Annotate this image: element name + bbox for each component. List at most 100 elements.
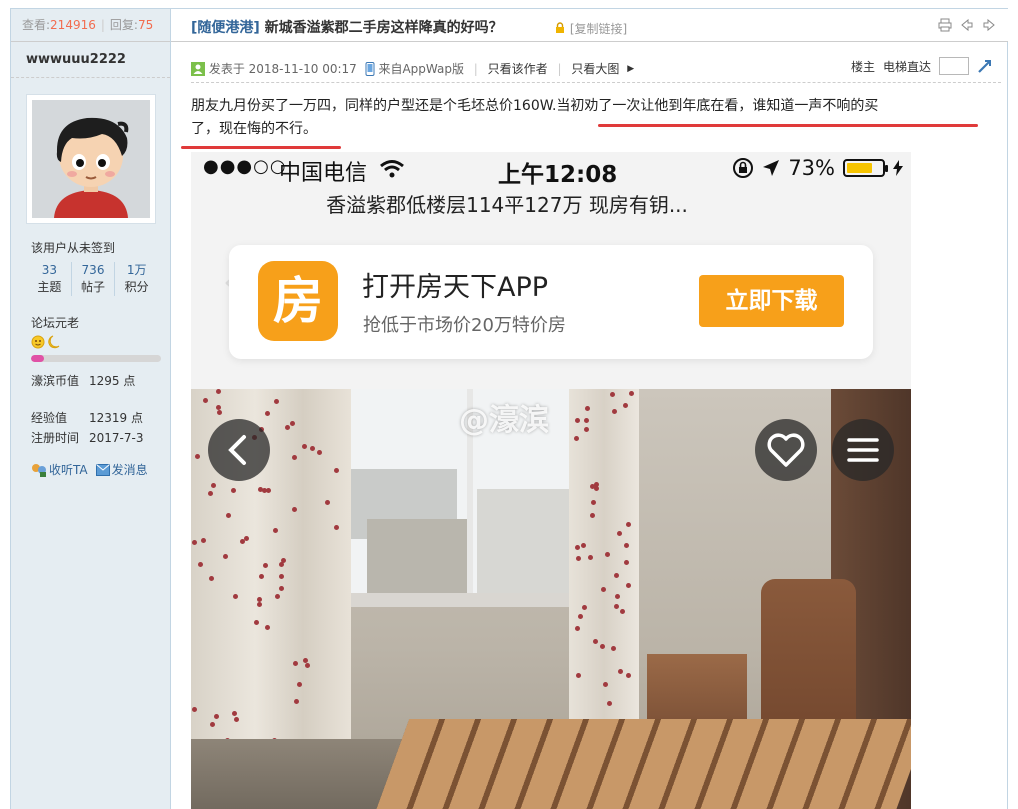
only-big-image-link[interactable]: 只看大图 [571,62,619,76]
user-stats: 33 主题 736 帖子 1万 积分 [28,262,158,296]
floor-label: 楼主 [850,59,875,74]
download-button[interactable]: 立即下载 [699,275,844,327]
listing-title: 香溢紫郡低楼层114平127万 现房有钥... [326,193,688,217]
photo-favorite-button[interactable] [755,419,817,481]
user-group[interactable]: 论坛元老 [31,314,79,331]
post-time: 发表于 2018-11-10 00:17 [208,62,357,76]
stat-points[interactable]: 1万 积分 [115,262,158,296]
photo-menu-button[interactable] [832,419,894,481]
meta-divider [191,82,1001,83]
replies-count: 75 [137,18,154,32]
follow-icon [32,463,46,477]
exp-value: 12319 点 [89,411,143,425]
post-meta: 发表于 2018-11-10 00:17 来自AppWap版 | 只看该作者 |… [191,57,1001,77]
level-progress-fill [31,355,44,362]
level-icons [31,334,71,350]
battery-percent: 73% [788,156,835,180]
online-user-icon [191,61,205,76]
phone-status-right: 73% [732,156,903,180]
coins-row: 濠滨币值 1295 点 [31,373,135,389]
next-thread-icon[interactable] [982,18,996,32]
location-arrow-icon [763,160,780,176]
copy-link-label: [复制链接] [569,22,628,36]
red-underline [598,124,978,127]
message-label: 发消息 [111,463,148,477]
exp-label: 经验值 [31,411,68,425]
watermark: @濠滨 [459,403,549,438]
post-source[interactable]: 来自AppWap版 [378,62,464,76]
wifi-icon [380,160,404,178]
reg-value: 2017-7-3 [89,431,144,445]
attached-image[interactable]: ●●●○○ 中国电信 上午12:08 73% 香溢紫郡低楼层114平127万 现… [191,152,911,809]
print-icon[interactable] [938,18,952,32]
room-photo: @濠滨 [191,389,911,809]
author-name[interactable]: wwwuuu2222 [11,42,170,78]
stat-threads[interactable]: 33 主题 [28,262,72,296]
stat-label: 帖子 [81,280,106,294]
stat-value: 33 [41,263,57,277]
triangle-right-icon: ▶ [627,63,635,74]
avatar[interactable] [26,94,156,224]
user-actions: 收听TA 发消息 [31,461,148,478]
heart-icon [767,433,805,467]
curtain-right [569,389,639,719]
app-subtitle: 抢低于市场价20万特价房 [363,315,566,336]
coins-label: 濠滨币值 [31,374,80,388]
photo-back-button[interactable] [208,419,270,481]
post-main: [随便港港] 新城香溢紫郡二手房这样降真的好吗？ [复制链接] 发表于 2018… [171,9,1008,809]
red-underline [181,146,341,149]
post-text: 朋友九月份买了一万四，同样的户型还是个毛坯总价160W. [191,98,557,114]
floor-jump-input[interactable] [939,57,969,75]
hamburger-icon [847,438,879,462]
follow-button[interactable]: 收听TA [31,461,88,478]
category-link[interactable]: [随便港港] [191,20,260,36]
reg-row: 注册时间 2017-7-3 [31,430,143,446]
post-text-highlight: 了，现在悔的不行。 [191,121,317,137]
stat-value: 1万 [126,263,147,277]
thread-title: 新城香溢紫郡二手房这样降真的好吗？ [264,20,503,36]
bed-frame [372,719,911,809]
post-text-highlight: 当初劝了一次让他到年底在看，谁知道一声不响的买 [556,98,879,114]
exp-row: 经验值 12319 点 [31,410,143,426]
elevator-label: 电梯直达 [882,59,931,74]
thread-stats: 查看:214916 | 回复:75 [11,9,170,42]
jump-arrow-icon[interactable] [977,58,993,74]
charging-bolt-icon [893,160,903,176]
rotation-lock-icon [733,158,754,178]
floor-controls: 楼主 电梯直达 [851,57,993,75]
sun-moon-icon [31,335,60,349]
views-label: 查看: [22,18,51,32]
carrier-name: 中国电信 [279,161,368,186]
level-progress-bar [31,355,161,362]
post-body: 朋友九月份买了一万四，同样的户型还是个毛坯总价160W.当初劝了一次让他到年底在… [191,95,991,141]
phone-icon [365,61,375,76]
app-promo-banner[interactable]: 房 打开房天下APP 抢低于市场价20万特价房 立即下载 [229,245,873,359]
post-frame: 查看:214916 | 回复:75 wwwuuu2222 该用户从未签到 33 … [10,8,1008,809]
copy-link[interactable]: [复制链接] [554,20,627,37]
phone-time: 上午12:08 [498,162,618,188]
stat-label: 积分 [124,280,149,294]
message-button[interactable]: 发消息 [95,461,148,478]
post-title-row: [随便港港] 新城香溢紫郡二手房这样降真的好吗？ [复制链接] [171,9,1008,42]
phone-status-bar: ●●●○○ 中国电信 上午12:08 73% [191,152,911,188]
stat-posts[interactable]: 736 帖子 [72,262,116,296]
stat-value: 736 [81,263,105,277]
lock-icon [556,22,564,33]
envelope-icon [95,463,110,476]
only-author-link[interactable]: 只看该作者 [488,62,548,76]
coins-value: 1295 点 [89,374,136,388]
reg-label: 注册时间 [31,431,80,445]
views-count: 214916 [50,18,96,32]
page-title: [随便港港] 新城香溢紫郡二手房这样降真的好吗？ [191,17,503,37]
prev-thread-icon[interactable] [960,18,974,32]
chevron-left-icon [228,435,246,465]
signal-icon: ●●●○○ [203,156,287,177]
follow-label: 收听TA [49,463,88,477]
battery-icon [843,159,888,177]
app-icon: 房 [258,261,338,341]
app-title: 打开房天下APP [362,272,549,303]
title-tools [938,18,996,32]
replies-label: 回复: [109,18,138,32]
stat-label: 主题 [37,280,62,294]
sign-status: 该用户从未签到 [31,241,116,255]
